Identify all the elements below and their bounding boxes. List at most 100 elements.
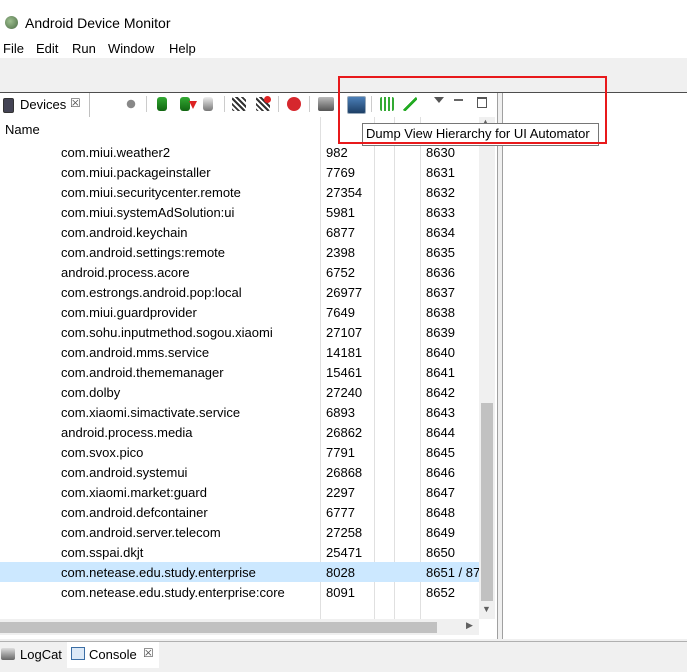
- table-row[interactable]: com.android.server.telecom 27258 8649: [0, 522, 479, 542]
- tab-devices-label: Devices: [20, 97, 67, 112]
- table-row[interactable]: com.netease.edu.study.enterprise:core 809…: [0, 582, 479, 602]
- process-port: 8637: [426, 285, 455, 300]
- update-heap-icon[interactable]: [157, 97, 167, 111]
- process-name: com.miui.guardprovider: [61, 305, 197, 320]
- toolbar-divider: [278, 96, 279, 112]
- process-pid: 27107: [326, 325, 363, 340]
- process-port: 8647: [426, 485, 455, 500]
- process-name: com.svox.pico: [61, 445, 144, 460]
- table-row[interactable]: android.process.media 26862 8644: [0, 422, 479, 442]
- table-row[interactable]: com.miui.guardprovider 7649 8638: [0, 302, 479, 322]
- process-pid: 27240: [326, 385, 363, 400]
- menu-help[interactable]: Help: [169, 41, 196, 56]
- toolbar-divider: [146, 96, 147, 112]
- process-name: android.process.media: [61, 425, 193, 440]
- menu-file[interactable]: File: [3, 41, 24, 56]
- screen-capture-icon[interactable]: [318, 97, 334, 111]
- table-row[interactable]: com.xiaomi.market:guard 2297 8647: [0, 482, 479, 502]
- process-pid: 5981: [326, 205, 355, 220]
- process-name: com.xiaomi.market:guard: [61, 485, 207, 500]
- table-row[interactable]: com.android.defcontainer 6777 8648: [0, 502, 479, 522]
- process-name: com.netease.edu.study.enterprise: [61, 565, 256, 580]
- table-row[interactable]: com.estrongs.android.pop:local 26977 8637: [0, 282, 479, 302]
- process-port: 8649: [426, 525, 455, 540]
- process-port: 8652: [426, 585, 455, 600]
- table-row[interactable]: com.android.settings:remote 2398 8635: [0, 242, 479, 262]
- toolbar-divider: [224, 96, 225, 112]
- process-port: 8645: [426, 445, 455, 460]
- menu-run[interactable]: Run: [72, 41, 96, 56]
- table-row[interactable]: com.miui.securitycenter.remote 27354 8632: [0, 182, 479, 202]
- table-row[interactable]: com.miui.systemAdSolution:ui 5981 8633: [0, 202, 479, 222]
- toolbar-divider: [309, 96, 310, 112]
- tab-logcat[interactable]: LogCat: [20, 647, 62, 662]
- table-row[interactable]: com.sspai.dkjt 25471 8650: [0, 542, 479, 562]
- table-row[interactable]: android.process.acore 6752 8636: [0, 262, 479, 282]
- process-pid: 8091: [326, 585, 355, 600]
- cause-gc-icon[interactable]: [203, 97, 213, 111]
- profiling-dot-icon: [264, 96, 271, 103]
- process-pid: 26977: [326, 285, 363, 300]
- vertical-scroll-thumb[interactable]: [481, 403, 493, 601]
- table-row[interactable]: com.miui.packageinstaller 7769 8631: [0, 162, 479, 182]
- table-row[interactable]: com.netease.edu.study.enterprise 8028 8651…: [0, 562, 481, 582]
- process-name: com.sohu.inputmethod.sogou.xiaomi: [61, 325, 273, 340]
- stop-process-icon[interactable]: [287, 97, 301, 111]
- process-pid: 6777: [326, 505, 355, 520]
- table-row[interactable]: com.sohu.inputmethod.sogou.xiaomi 27107 86…: [0, 322, 479, 342]
- table-row[interactable]: com.android.keychain 6877 8634: [0, 222, 479, 242]
- column-header-name[interactable]: Name: [5, 122, 40, 137]
- process-pid: 27258: [326, 525, 363, 540]
- process-pid: 6893: [326, 405, 355, 420]
- process-pid: 7649: [326, 305, 355, 320]
- debug-process-icon[interactable]: [124, 97, 138, 111]
- table-row[interactable]: com.android.mms.service 14181 8640: [0, 342, 479, 362]
- process-port: 8640: [426, 345, 455, 360]
- process-pid: 2297: [326, 485, 355, 500]
- table-row[interactable]: com.xiaomi.simactivate.service 6893 8643: [0, 402, 479, 422]
- process-name: com.miui.systemAdSolution:ui: [61, 205, 235, 220]
- logcat-icon: [1, 648, 15, 660]
- process-pid: 2398: [326, 245, 355, 260]
- process-pid: 26868: [326, 465, 363, 480]
- process-name: com.android.thememanager: [61, 365, 224, 380]
- table-row[interactable]: com.android.systemui 26868 8646: [0, 462, 479, 482]
- close-icon[interactable]: ☒: [143, 646, 154, 660]
- process-port: 8631: [426, 165, 455, 180]
- process-name: com.miui.securitycenter.remote: [61, 185, 241, 200]
- process-port: 8635: [426, 245, 455, 260]
- process-pid: 14181: [326, 345, 363, 360]
- process-port: 8642: [426, 385, 455, 400]
- process-port: 8648: [426, 505, 455, 520]
- table-row[interactable]: com.svox.pico 7791 8645: [0, 442, 479, 462]
- menu-window[interactable]: Window: [108, 41, 154, 56]
- process-name: com.estrongs.android.pop:local: [61, 285, 242, 300]
- process-port: 8651 / 87: [426, 565, 481, 580]
- scroll-right-icon[interactable]: ▶: [466, 620, 473, 631]
- phone-icon: [3, 98, 14, 113]
- console-icon: [71, 647, 85, 660]
- scroll-down-icon[interactable]: ▼: [482, 604, 491, 614]
- process-port: 8636: [426, 265, 455, 280]
- process-pid: 25471: [326, 545, 363, 560]
- process-pid: 26862: [326, 425, 363, 440]
- highlight-box: [338, 76, 607, 144]
- process-name: android.process.acore: [61, 265, 190, 280]
- app-icon: [5, 16, 18, 29]
- process-name: com.miui.packageinstaller: [61, 165, 211, 180]
- process-pid: 7791: [326, 445, 355, 460]
- close-icon[interactable]: ☒: [70, 96, 81, 110]
- process-pid: 8028: [326, 565, 355, 580]
- table-row[interactable]: com.android.thememanager 15461 8641: [0, 362, 479, 382]
- table-row[interactable]: com.dolby 27240 8642: [0, 382, 479, 402]
- update-threads-icon[interactable]: [232, 97, 246, 111]
- dump-arrow-icon: [189, 101, 197, 109]
- process-name: com.android.systemui: [61, 465, 188, 480]
- horizontal-scroll-thumb[interactable]: [0, 622, 437, 633]
- process-name: com.miui.weather2: [61, 145, 171, 160]
- process-pid: 27354: [326, 185, 363, 200]
- menu-edit[interactable]: Edit: [36, 41, 58, 56]
- process-port: 8633: [426, 205, 455, 220]
- process-pid: 15461: [326, 365, 363, 380]
- process-pid: 6877: [326, 225, 355, 240]
